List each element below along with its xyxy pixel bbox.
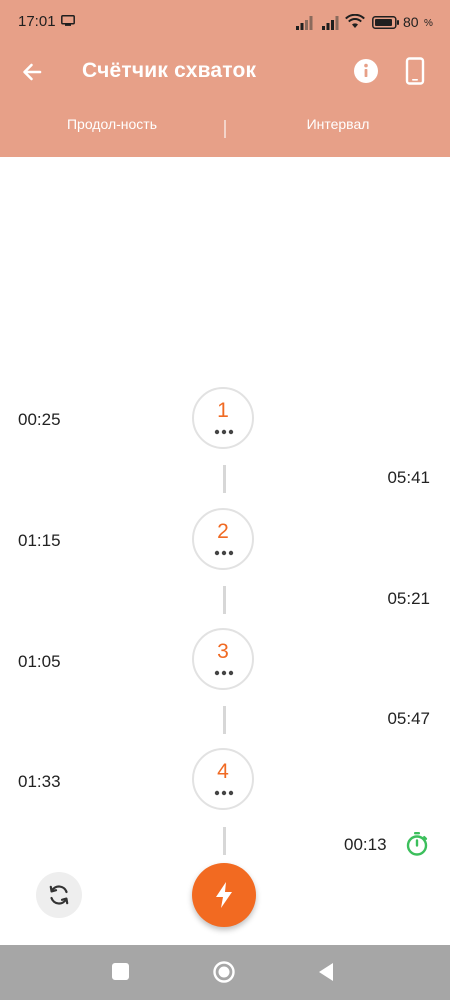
start-contraction-button[interactable] <box>192 863 256 927</box>
screen-cast-icon <box>61 15 75 26</box>
lightning-icon <box>216 882 232 908</box>
contraction-number: 4 <box>217 760 229 783</box>
tab-interval[interactable]: Интервал <box>226 116 450 132</box>
more-dots-icon <box>214 790 234 796</box>
signal-icon <box>296 16 313 30</box>
back-triangle-button[interactable] <box>316 961 336 983</box>
timeline-connector <box>223 706 226 734</box>
contraction-duration: 01:15 <box>18 531 61 550</box>
status-bar: 17:01 80% <box>0 0 450 40</box>
wifi-icon <box>345 14 365 28</box>
page-title: Счётчик схваток <box>82 59 257 82</box>
current-interval: 00:13 <box>344 835 387 854</box>
back-arrow-icon[interactable] <box>18 58 46 86</box>
contraction-interval: 05:41 <box>387 468 430 487</box>
battery-level: 80 <box>403 14 419 30</box>
contraction-number: 2 <box>217 520 229 543</box>
info-icon[interactable] <box>353 58 379 84</box>
contraction-duration: 01:33 <box>18 772 61 791</box>
contraction-interval: 05:21 <box>387 589 430 608</box>
reset-button[interactable] <box>36 872 82 918</box>
timeline-connector <box>223 827 226 855</box>
contraction-duration: 01:05 <box>18 652 61 671</box>
contraction-duration: 00:25 <box>18 410 61 429</box>
home-button[interactable] <box>212 960 236 984</box>
system-nav-bar <box>0 945 450 1000</box>
stopwatch-icon <box>406 832 428 856</box>
timeline-connector <box>223 586 226 614</box>
recent-apps-button[interactable] <box>112 963 129 980</box>
contraction-node[interactable]: 4 <box>192 748 254 810</box>
battery-icon <box>372 16 399 29</box>
contraction-node[interactable]: 2 <box>192 508 254 570</box>
signal-icon <box>322 16 339 30</box>
more-dots-icon <box>214 429 234 435</box>
tab-duration[interactable]: Продол-ность <box>0 116 224 132</box>
phone-icon[interactable] <box>405 57 425 85</box>
contraction-node[interactable]: 3 <box>192 628 254 690</box>
app-bar: Счётчик схваток Продол-ность Интервал <box>0 40 450 157</box>
more-dots-icon <box>214 550 234 556</box>
refresh-icon <box>49 885 69 905</box>
contraction-node[interactable]: 1 <box>192 387 254 449</box>
contraction-interval: 05:47 <box>387 709 430 728</box>
status-time: 17:01 <box>18 13 56 30</box>
battery-percent-sign: % <box>424 18 433 29</box>
contraction-number: 1 <box>217 399 229 422</box>
contraction-number: 3 <box>217 640 229 663</box>
more-dots-icon <box>214 670 234 676</box>
timeline-connector <box>223 465 226 493</box>
